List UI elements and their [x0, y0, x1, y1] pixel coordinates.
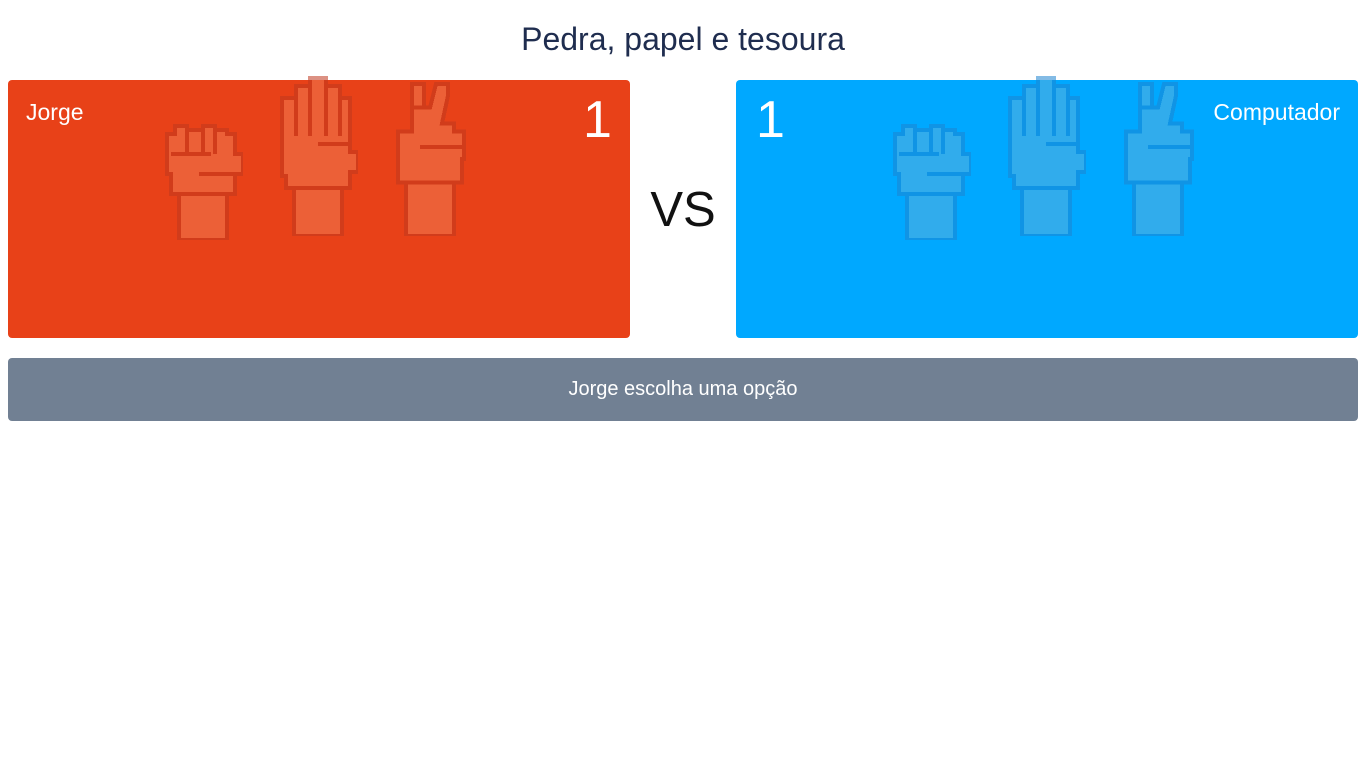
rock-hand-icon[interactable] [163, 104, 243, 240]
rock-hand-icon[interactable] [891, 104, 971, 240]
player-score: 1 [583, 91, 612, 149]
scissors-hand-icon[interactable] [392, 78, 472, 236]
page-title: Pedra, papel e tesoura [521, 21, 845, 57]
computer-score: 1 [756, 91, 785, 149]
player-name: Jorge [26, 99, 84, 125]
scissors-hand-icon[interactable] [1120, 78, 1200, 236]
computer-name: Computador [1213, 99, 1340, 125]
vs-label: VS [650, 183, 716, 237]
paper-hand-icon[interactable] [278, 76, 358, 236]
status-message: Jorge escolha uma opção [8, 358, 1358, 421]
paper-hand-icon[interactable] [1006, 76, 1086, 236]
